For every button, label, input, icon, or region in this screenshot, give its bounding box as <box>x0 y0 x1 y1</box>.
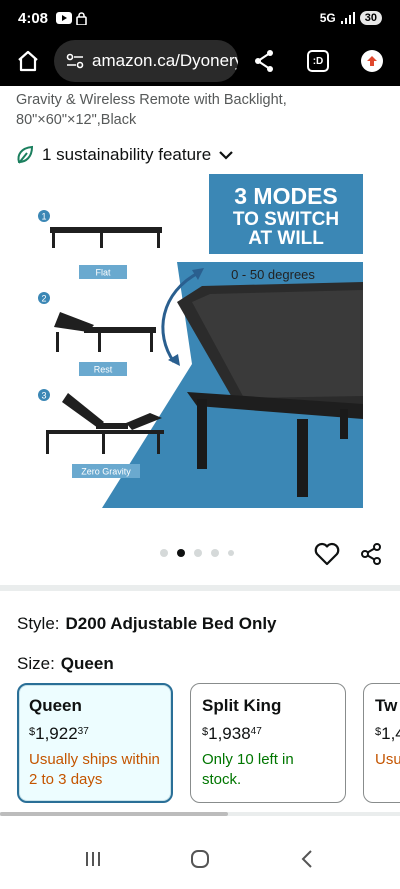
size-options-scrollbar[interactable] <box>0 812 400 816</box>
size-label: Size: <box>17 654 55 673</box>
size-options: Queen $1,922 37 Usually ships within 2 to… <box>17 683 400 803</box>
share-page-button[interactable] <box>246 43 282 79</box>
lock-icon <box>76 11 87 25</box>
flat-bed-leg-c <box>157 233 160 248</box>
recent-apps-icon <box>86 852 101 866</box>
rest-bed-leg-c <box>150 333 153 352</box>
back-button[interactable] <box>287 839 327 879</box>
section-divider <box>0 585 400 591</box>
product-image[interactable]: 3 MODES TO SWITCH AT WILL 0 - 50 degrees… <box>32 174 363 508</box>
chevron-down-icon <box>219 151 233 160</box>
style-value: D200 Adjustable Bed Only <box>65 614 277 633</box>
size-option-price: $1,4 <box>375 724 400 743</box>
size-option-availability: Only 10 left in stock. <box>202 751 294 788</box>
flat-bed-leg-b <box>100 233 103 248</box>
status-time: 4:08 <box>18 9 49 27</box>
degrees-label: 0 - 50 degrees <box>231 267 315 282</box>
size-value: Queen <box>60 654 114 673</box>
adblock-button[interactable] <box>354 43 390 79</box>
size-option-name: Queen <box>29 696 82 715</box>
flat-bed-top <box>50 227 162 233</box>
tab-switcher-button[interactable]: :D <box>300 43 336 79</box>
battery-icon: 30 <box>359 11 382 25</box>
adblock-icon <box>361 50 383 72</box>
address-bar[interactable]: amazon.ca/Dyonery <box>54 40 238 82</box>
tab-count: :D <box>307 50 329 72</box>
rest-bed-leg-a <box>56 332 59 352</box>
system-navigation-bar <box>0 829 400 889</box>
mode-1-label: Flat <box>95 268 111 278</box>
carousel-dot[interactable] <box>194 549 202 557</box>
leaf-icon <box>17 145 34 164</box>
size-option-availability: Usu with <box>375 751 400 768</box>
share-icon <box>361 543 381 565</box>
size-option-availability: Usually ships within 2 to 3 days <box>29 751 160 788</box>
banner-line-2: TO SWITCH <box>233 209 339 230</box>
banner-line-3: AT WILL <box>248 228 324 249</box>
home-circle-icon <box>190 850 209 868</box>
network-type: 5G <box>319 11 336 25</box>
signal-icon <box>340 12 355 24</box>
mode-2-number: 2 <box>41 294 46 304</box>
banner-line-1: 3 MODES <box>234 183 338 209</box>
site-settings-icon[interactable] <box>66 53 84 69</box>
size-selector: Size: Queen <box>17 654 114 674</box>
home-button[interactable] <box>10 43 46 79</box>
home-icon <box>18 50 38 72</box>
mode-2-label: Rest <box>94 365 113 375</box>
product-title[interactable]: Gravity & Wireless Remote with Backlight… <box>16 90 391 130</box>
carousel-dot[interactable] <box>160 549 168 557</box>
size-option-queen[interactable]: Queen $1,922 37 Usually ships within 2 to… <box>17 683 173 803</box>
style-selector: Style: D200 Adjustable Bed Only <box>17 614 277 634</box>
carousel-dot-active[interactable] <box>177 549 185 557</box>
mode-1-number: 1 <box>41 212 46 222</box>
rest-bed-leg-b <box>98 333 101 352</box>
mode-3-number: 3 <box>41 391 46 401</box>
size-option-split-king[interactable]: Split King $1,938 47 Only 10 left in stoc… <box>190 683 346 803</box>
mode-3-label: Zero Gravity <box>81 467 131 477</box>
zg-bed-leg-a <box>46 432 49 454</box>
size-option-twin[interactable]: Tw $1,4 Usu with <box>363 683 400 803</box>
sustainability-feature-toggle[interactable]: 1 sustainability feature <box>16 143 233 167</box>
image-carousel-dots <box>160 549 234 557</box>
rest-bed-top <box>84 327 156 333</box>
big-bed-leg-1 <box>197 399 207 469</box>
size-option-name: Tw <box>375 696 398 715</box>
share-icon <box>255 50 273 72</box>
status-notification-icons <box>56 11 87 25</box>
home-nav-button[interactable] <box>180 839 220 879</box>
recent-apps-button[interactable] <box>73 839 113 879</box>
big-bed-leg-3 <box>340 409 348 439</box>
share-product-button[interactable] <box>357 540 385 568</box>
wishlist-button[interactable] <box>313 540 341 568</box>
youtube-icon <box>56 12 73 24</box>
zg-bed-back <box>62 393 104 428</box>
flat-bed-leg-a <box>52 233 55 248</box>
heart-icon <box>314 542 340 566</box>
carousel-dot[interactable] <box>211 549 219 557</box>
big-bed-leg-2 <box>297 419 308 497</box>
browser-toolbar: amazon.ca/Dyonery :D <box>0 36 400 86</box>
url-text: amazon.ca/Dyonery <box>92 51 238 70</box>
size-option-price: $1,938 47 <box>202 724 262 743</box>
status-right: 5G 30 <box>320 11 382 25</box>
zg-bed-mid <box>96 423 128 429</box>
style-label: Style: <box>17 614 60 633</box>
size-option-name: Split King <box>202 696 282 715</box>
status-bar: 4:08 5G 30 <box>0 0 400 36</box>
zg-bed-leg-c <box>157 432 160 454</box>
scrollbar-thumb[interactable] <box>0 812 228 816</box>
size-option-price: $1,922 37 <box>29 724 89 743</box>
back-icon <box>301 850 312 868</box>
sustainability-label: 1 sustainability feature <box>42 145 212 164</box>
carousel-dot[interactable] <box>228 550 234 556</box>
zg-bed-leg-b <box>102 432 105 454</box>
